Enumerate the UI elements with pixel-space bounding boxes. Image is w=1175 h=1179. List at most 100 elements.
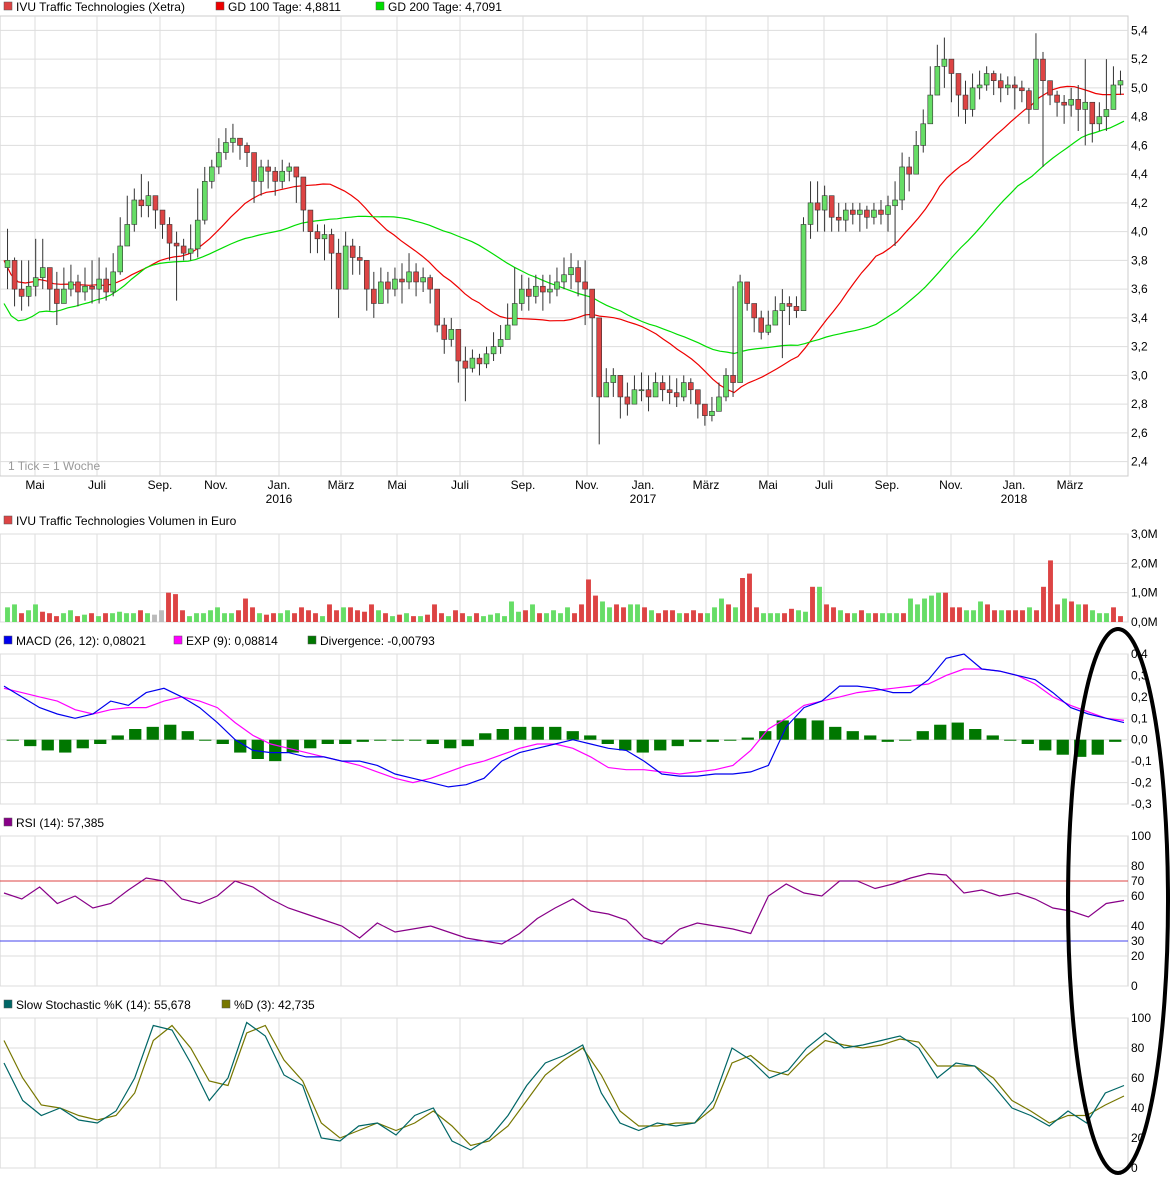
x-tick-label: Juli — [815, 478, 833, 492]
divergence-bar — [444, 739, 457, 749]
volume-bar — [26, 610, 31, 622]
volume-bar — [215, 607, 220, 622]
y-tick-label: 60 — [1131, 889, 1145, 903]
candle-body — [1061, 101, 1067, 106]
volume-bar — [460, 613, 465, 622]
divergence-bar — [1056, 739, 1069, 755]
candle-body — [490, 346, 497, 355]
candle-body — [518, 288, 525, 304]
candle-body — [392, 278, 398, 290]
candle-body — [349, 245, 356, 258]
x-tick-label: Juli — [88, 478, 106, 492]
candle-body — [540, 285, 546, 293]
volume-bar — [411, 616, 416, 622]
volume-bar — [68, 610, 73, 622]
volume-bar — [502, 616, 507, 622]
volume-bar — [425, 614, 430, 622]
volume-bar — [278, 613, 283, 622]
candle-body — [765, 324, 772, 333]
legend-label: IVU Traffic Technologies Volumen in Euro — [16, 514, 237, 528]
volume-y-ticks: 0,0M 1,0M 2,0M 3,0M — [1131, 527, 1158, 629]
volume-bar — [684, 613, 689, 622]
candle-body — [913, 145, 919, 175]
volume-bar — [89, 613, 94, 622]
y-tick-label: 3,4 — [1131, 311, 1148, 325]
candle-body — [603, 382, 610, 398]
divergence-bar — [1004, 739, 1017, 741]
volume-bar — [740, 578, 745, 622]
candle-body — [561, 274, 567, 283]
candle-body — [201, 181, 208, 221]
y-tick-label: 5,2 — [1131, 52, 1148, 66]
volume-bar — [551, 610, 556, 622]
volume-bar — [796, 610, 801, 622]
candle-body — [399, 278, 405, 283]
divergence-bar — [409, 739, 422, 741]
volume-bar — [789, 608, 794, 622]
candle-body — [730, 375, 736, 383]
candle-body — [1089, 101, 1096, 125]
candle-body — [209, 166, 215, 182]
volume-bar — [1048, 560, 1053, 622]
y-tick-label: -0,2 — [1131, 776, 1152, 790]
volume-bar — [859, 610, 864, 622]
volume-bar — [292, 613, 297, 622]
candle-body — [11, 260, 18, 290]
x-tick-year: 2018 — [1001, 492, 1028, 506]
candle-body — [1110, 84, 1117, 110]
y-tick-label: 40 — [1131, 1101, 1145, 1115]
volume-bar — [369, 604, 374, 622]
divergence-bar — [566, 731, 579, 740]
candle-body — [575, 267, 581, 283]
candle-body — [18, 288, 25, 297]
legend-label: GD 100 Tage: 4,8811 — [228, 0, 341, 14]
volume-bar — [1055, 604, 1060, 622]
candle-body — [673, 392, 680, 398]
candle-body — [413, 271, 419, 283]
candle-body — [758, 317, 764, 333]
y-tick-label: 3,0 — [1131, 368, 1148, 382]
volume-bar — [145, 613, 150, 622]
x-tick-year: 2016 — [266, 492, 293, 506]
volume-bar — [5, 607, 10, 622]
y-tick-label: 0,1 — [1131, 711, 1148, 725]
volume-bar — [579, 604, 584, 622]
volume-bar — [614, 604, 619, 622]
y-tick-label: 0,2 — [1131, 690, 1148, 704]
candle-body — [596, 317, 602, 398]
candle-body — [328, 234, 335, 254]
stochastic-legend: Slow Stochastic %K (14): 55,678 %D (3): 4… — [3, 998, 315, 1012]
volume-bar — [558, 613, 563, 622]
volume-bar — [803, 611, 808, 622]
volume-bar — [964, 610, 969, 622]
candle-body — [885, 205, 891, 215]
volume-bar — [306, 610, 311, 622]
candle-body — [1103, 109, 1110, 117]
legend-swatch-icon — [3, 999, 13, 1009]
divergence-bar — [846, 731, 859, 740]
candle-body — [533, 285, 539, 297]
candle-body — [835, 216, 842, 221]
candle-body — [434, 288, 440, 326]
volume-bar — [649, 610, 654, 622]
candle-body — [1082, 101, 1089, 110]
volume-bar — [1111, 607, 1116, 622]
volume-bar — [880, 613, 885, 622]
divergence-bar — [689, 739, 702, 742]
candle-body — [1117, 80, 1124, 86]
rsi-panel: 70 30 0 20 40 60 80 100 — [0, 829, 1151, 993]
volume-bar — [285, 610, 290, 622]
candle-body — [779, 303, 786, 311]
divergence-bar — [829, 726, 842, 740]
divergence-bar — [479, 733, 492, 740]
volume-bar — [747, 573, 752, 622]
volume-bar — [355, 610, 360, 622]
volume-bar — [138, 610, 143, 622]
candle-body — [103, 278, 109, 293]
candle-body — [842, 209, 849, 221]
candle-body — [131, 199, 138, 225]
candle-body — [610, 375, 617, 383]
candle-body — [96, 278, 102, 290]
candle-body — [342, 245, 349, 290]
candle-body — [469, 357, 476, 369]
